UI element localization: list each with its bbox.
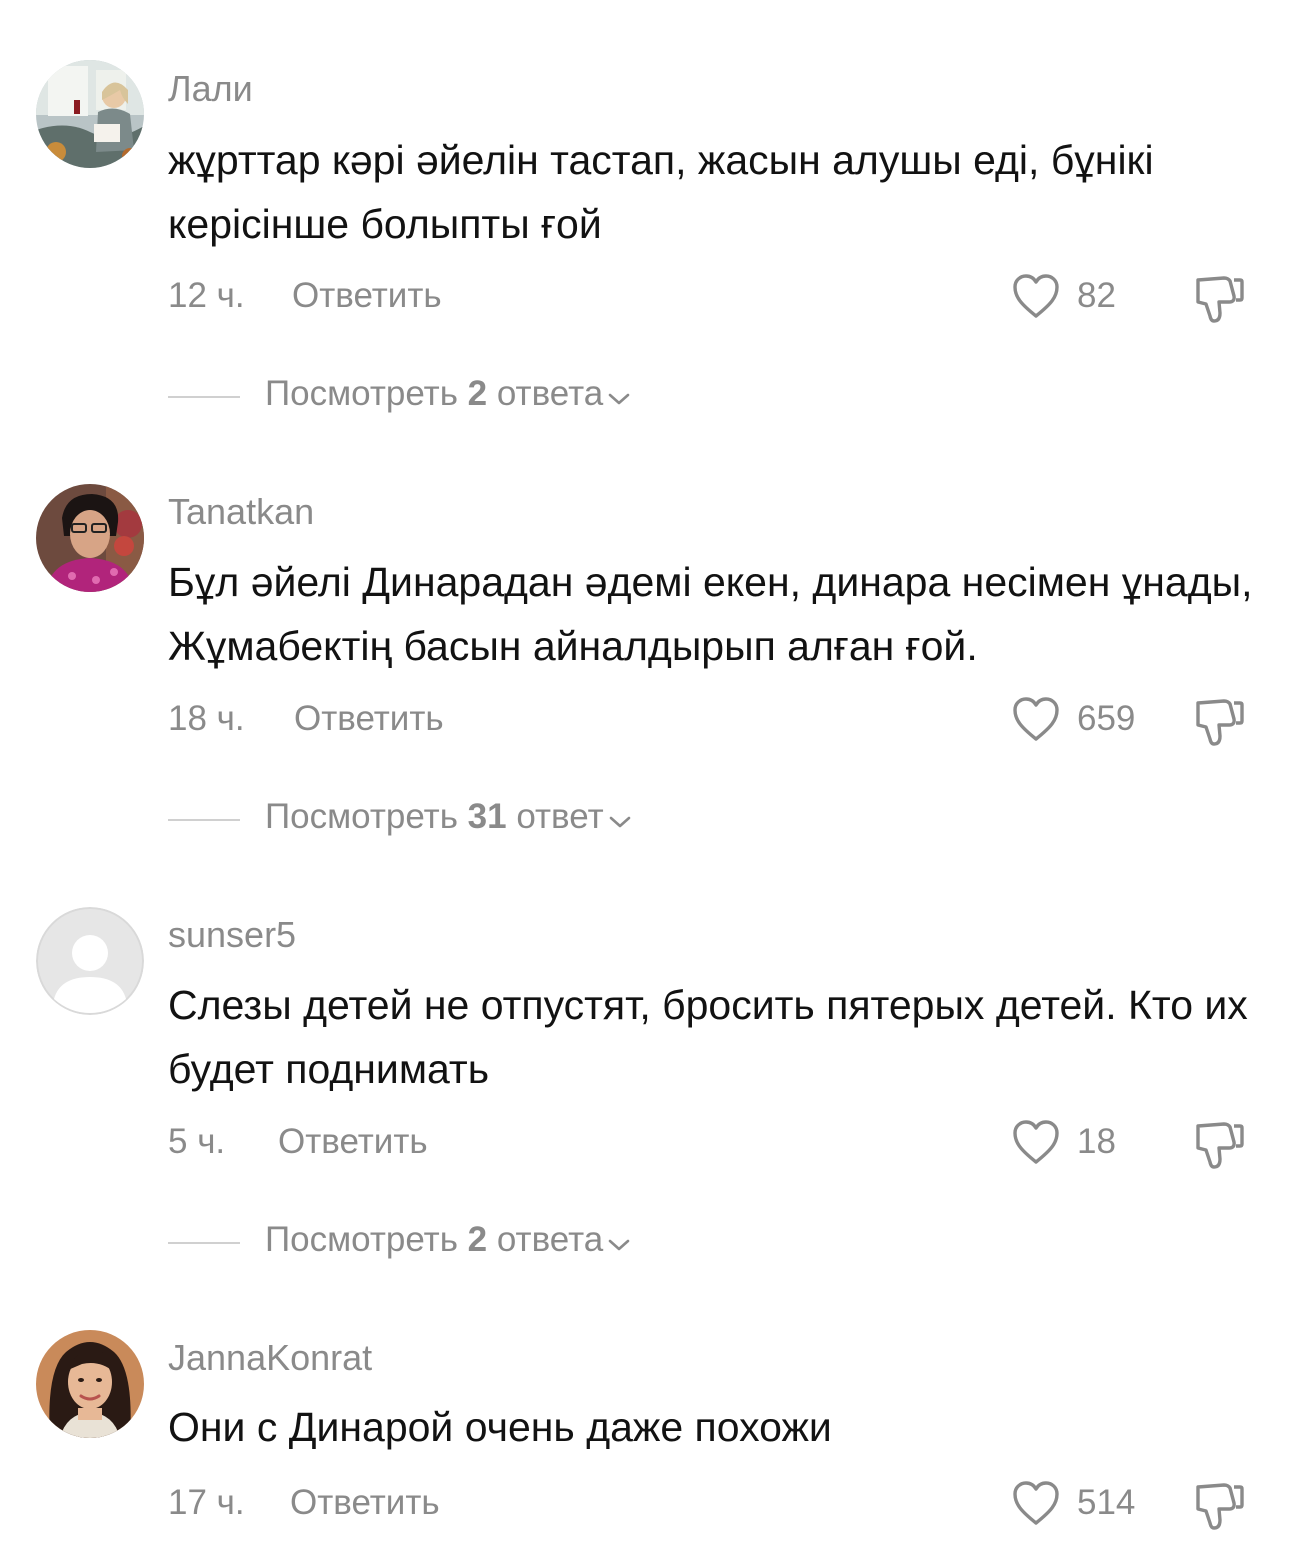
divider — [168, 396, 240, 398]
chevron-down-icon — [607, 1222, 631, 1262]
comment-meta: 17 ч. Ответить 514 — [168, 1479, 1250, 1530]
comment-text: Они с Динарой очень даже похожи — [168, 1404, 832, 1450]
thumbs-down-outline-icon — [1192, 699, 1248, 757]
reply-button[interactable]: Ответить — [292, 276, 442, 316]
like-count: 18 — [1077, 1122, 1116, 1161]
thumbs-down-outline-icon — [1192, 1483, 1248, 1541]
dislike-button[interactable] — [1192, 695, 1248, 749]
like-button[interactable]: 18 — [1011, 1118, 1171, 1168]
reply-button[interactable]: Ответить — [290, 1483, 440, 1523]
heart-outline-icon — [1011, 695, 1061, 752]
like-button[interactable]: 659 — [1011, 695, 1171, 745]
comment-meta: 18 ч. Ответить 659 — [168, 695, 1250, 746]
dislike-button[interactable] — [1192, 1479, 1248, 1533]
heart-outline-icon — [1011, 272, 1061, 329]
avatar[interactable] — [36, 1330, 144, 1438]
divider — [168, 819, 240, 821]
heart-outline-icon — [1011, 1118, 1061, 1175]
like-count: 659 — [1077, 699, 1136, 738]
comment-text: Бұл әйелі Динарадан әдемі екен, динара н… — [168, 559, 1253, 669]
comment-username[interactable]: sunser5 — [168, 914, 296, 956]
comment-meta: 12 ч. Ответить 82 — [168, 272, 1250, 323]
dislike-button[interactable] — [1192, 1118, 1248, 1172]
comment-time: 17 ч. — [168, 1483, 245, 1522]
comment-username[interactable]: Лали — [168, 68, 253, 110]
comment-text: жұрттар кәрі әйелін тастап, жасын алушы … — [168, 137, 1154, 247]
comment-text: Слезы детей не отпустят, бросить пятерых… — [168, 982, 1248, 1092]
avatar[interactable] — [36, 484, 144, 592]
comment-username[interactable]: Tanatkan — [168, 491, 314, 533]
view-replies-label: Посмотреть 2 ответа — [265, 1220, 631, 1262]
thumbs-down-outline-icon — [1192, 276, 1248, 334]
divider — [168, 1242, 240, 1244]
view-replies-label: Посмотреть 2 ответа — [265, 374, 631, 416]
comment-username[interactable]: JannaKonrat — [168, 1337, 372, 1379]
chevron-down-icon — [607, 376, 631, 416]
comment-time: 12 ч. — [168, 276, 245, 315]
avatar[interactable] — [36, 60, 144, 168]
comment-time: 5 ч. — [168, 1122, 226, 1161]
reply-button[interactable]: Ответить — [294, 699, 444, 739]
dislike-button[interactable] — [1192, 272, 1248, 326]
reply-button[interactable]: Ответить — [278, 1122, 428, 1162]
comment-time: 18 ч. — [168, 699, 245, 738]
like-button[interactable]: 514 — [1011, 1479, 1171, 1529]
view-replies-label: Посмотреть 31 ответ — [265, 797, 632, 839]
like-button[interactable]: 82 — [1011, 272, 1171, 322]
like-count: 82 — [1077, 276, 1116, 315]
thumbs-down-outline-icon — [1192, 1122, 1248, 1180]
default-user-avatar-icon — [36, 907, 144, 1015]
comment-meta: 5 ч. Ответить 18 — [168, 1118, 1250, 1169]
avatar[interactable] — [36, 907, 144, 1015]
chevron-down-icon — [608, 799, 632, 839]
like-count: 514 — [1077, 1483, 1136, 1522]
heart-outline-icon — [1011, 1479, 1061, 1536]
